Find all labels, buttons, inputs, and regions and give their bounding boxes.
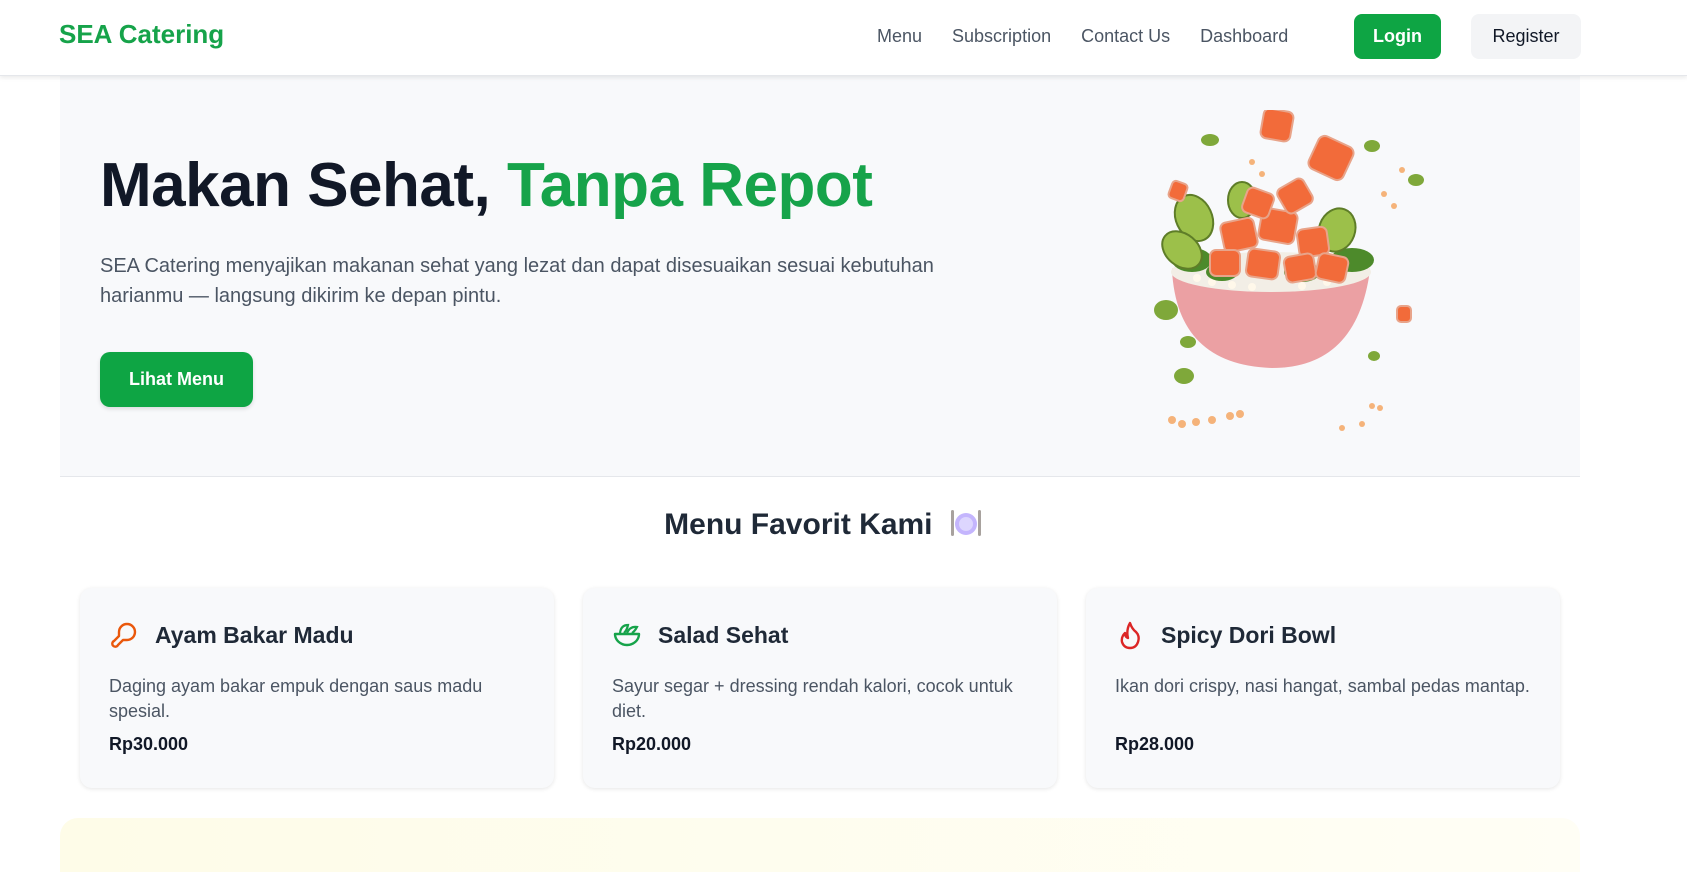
menu-card-price: Rp20.000 (612, 734, 692, 754)
nav-link-menu[interactable]: Menu (877, 26, 922, 47)
menu-card-ayam-bakar-madu[interactable]: Ayam Bakar Madu Daging ayam bakar empuk … (80, 588, 554, 788)
hero-title: Makan Sehat, Tanpa Repot (100, 150, 873, 221)
menu-card-spicy-dori-bowl[interactable]: Spicy Dori Bowl Ikan dori crispy, nasi h… (1086, 588, 1560, 788)
plate-cutlery-icon (950, 510, 981, 536)
salad-icon (613, 623, 641, 647)
menu-card-salad-sehat[interactable]: Salad Sehat Sayur segar + dressing renda… (583, 588, 1057, 788)
menu-card-title: Salad Sehat (658, 622, 789, 648)
menu-card-description: Sayur segar + dressing rendah kalori, co… (612, 676, 1013, 721)
hero-title-main: Makan Sehat, (100, 151, 491, 220)
nav-link-dashboard[interactable]: Dashboard (1200, 26, 1288, 47)
drumstick-icon (111, 622, 137, 648)
menu-card-title: Ayam Bakar Madu (155, 622, 354, 648)
menu-card-price: Rp28.000 (1115, 734, 1195, 754)
menu-section-title-text: Menu Favorit Kami (664, 508, 933, 541)
hero-title-accent: Tanpa Repot (506, 151, 873, 220)
menu-section-title: Menu Favorit Kami (0, 508, 1647, 542)
nav-link-contact-us[interactable]: Contact Us (1081, 26, 1170, 47)
hero-section: Makan Sehat, Tanpa Repot SEA Catering me… (60, 76, 1580, 477)
menu-card-title: Spicy Dori Bowl (1161, 622, 1337, 648)
hero-description: SEA Catering menyajikan makanan sehat ya… (100, 255, 934, 307)
view-menu-button[interactable]: Lihat Menu (100, 352, 253, 407)
next-section-band (60, 818, 1580, 872)
nav-link-subscription[interactable]: Subscription (952, 26, 1051, 47)
register-button[interactable]: Register (1471, 14, 1581, 59)
login-button[interactable]: Login (1354, 14, 1441, 59)
brand-logo[interactable]: SEA Catering (59, 19, 224, 50)
menu-card-description: Ikan dori crispy, nasi hangat, sambal pe… (1115, 676, 1530, 696)
flame-icon (1120, 621, 1140, 650)
top-navbar: SEA Catering Menu Subscription Contact U… (0, 0, 1687, 76)
nav-links: Menu Subscription Contact Us Dashboard (877, 26, 1288, 47)
salmon-poke-bowl-image (1154, 110, 1424, 431)
menu-card-price: Rp30.000 (109, 734, 189, 754)
menu-card-description: Daging ayam bakar empuk dengan saus madu… (109, 676, 483, 721)
